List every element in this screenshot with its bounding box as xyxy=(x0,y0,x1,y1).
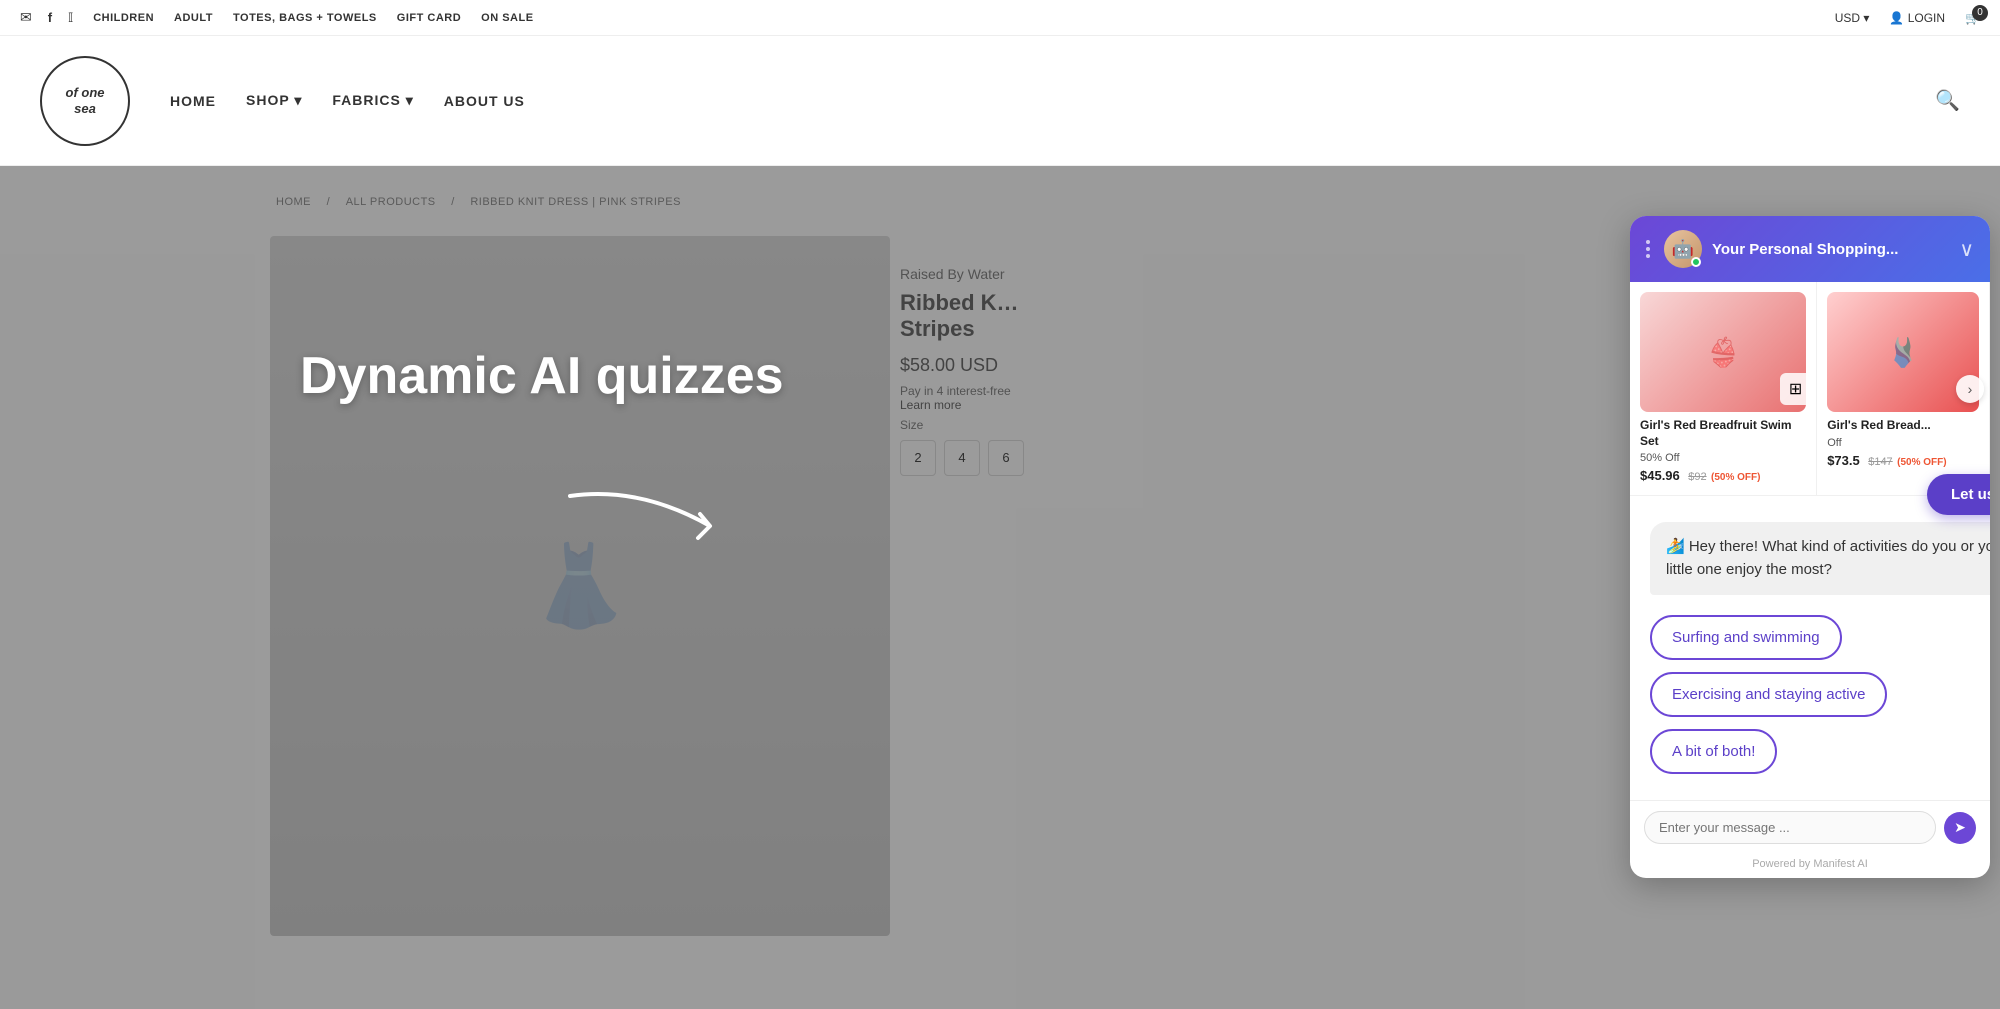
product-2-badge: (50% OFF) xyxy=(1897,457,1946,468)
product-1-price-row: $45.96 $92 (50% OFF) xyxy=(1640,467,1806,485)
currency-selector[interactable]: USD ▾ xyxy=(1835,11,1870,25)
facebook-icon[interactable]: f xyxy=(48,10,52,25)
topbar-children[interactable]: CHILDREN xyxy=(93,12,154,24)
chat-widget: 🤖 Your Personal Shopping... ∨ 👙 Girl's R… xyxy=(1630,216,1990,878)
email-icon[interactable]: ✉ xyxy=(20,9,32,26)
quiz-option-1[interactable]: Surfing and swimming xyxy=(1650,615,1842,660)
product-2-price: $73.5 xyxy=(1827,453,1860,468)
cart-badge: 0 xyxy=(1972,5,1988,21)
chat-send-button[interactable]: ➤ xyxy=(1944,812,1976,844)
grid-icon[interactable]: ⊞ xyxy=(1780,373,1812,405)
product-1-badge: (50% OFF) xyxy=(1711,472,1760,483)
topbar-adult[interactable]: ADULT xyxy=(174,12,213,24)
product-1-price: $45.96 xyxy=(1640,468,1680,483)
nav-about[interactable]: ABOUT US xyxy=(444,93,525,109)
product-2-discount: Off xyxy=(1827,437,1979,449)
topbar-gift[interactable]: GIFT CARD xyxy=(397,12,461,24)
shop-chevron: ▾ xyxy=(294,92,302,108)
product-1-discount: 50% Off xyxy=(1640,452,1806,464)
product-1-original: $92 xyxy=(1688,471,1706,483)
arrow-graphic xyxy=(560,476,780,556)
carousel-next-arrow[interactable]: › xyxy=(1956,375,1984,403)
chat-header: 🤖 Your Personal Shopping... ∨ xyxy=(1630,216,1990,282)
nav-links: HOME SHOP ▾ FABRICS ▾ ABOUT US xyxy=(170,92,525,109)
nav-fabrics[interactable]: FABRICS ▾ xyxy=(332,92,413,109)
social-icons: ✉ f 𝕀 xyxy=(20,9,73,26)
chat-products-carousel: 👙 Girl's Red Breadfruit Swim Set 50% Off… xyxy=(1630,282,1990,496)
chat-title: Your Personal Shopping... xyxy=(1712,241,1949,258)
quiz-question: 🏄 Hey there! What kind of activities do … xyxy=(1650,522,1990,595)
logo[interactable]: of one sea xyxy=(40,56,130,146)
search-icon[interactable]: 🔍 xyxy=(1935,88,1960,113)
user-icon: 👤 xyxy=(1889,11,1907,25)
topbar-right: USD ▾ 👤 LOGIN 🛒 0 xyxy=(1835,11,1980,25)
ai-text: Dynamic AI quizzes xyxy=(300,346,784,406)
main-nav: of one sea HOME SHOP ▾ FABRICS ▾ ABOUT U… xyxy=(0,36,2000,166)
top-bar: ✉ f 𝕀 CHILDREN ADULT TOTES, BAGS + TOWEL… xyxy=(0,0,2000,36)
fabrics-chevron: ▾ xyxy=(406,92,414,108)
instagram-icon[interactable]: 𝕀 xyxy=(68,10,73,26)
logo-text: of one sea xyxy=(66,85,105,116)
product-1-name: Girl's Red Breadfruit Swim Set xyxy=(1640,418,1806,449)
quiz-option-2[interactable]: Exercising and staying active xyxy=(1650,672,1887,717)
product-2-name: Girl's Red Bread... xyxy=(1827,418,1979,434)
chat-avatar-wrap: 🤖 xyxy=(1664,230,1702,268)
chat-input-area: ➤ xyxy=(1630,800,1990,854)
nav-home[interactable]: HOME xyxy=(170,93,216,109)
quiz-panel: Let us play a quiz 🏄 Hey there! What kin… xyxy=(1630,496,1990,800)
powered-by-text: Powered by Manifest AI xyxy=(1630,854,1990,878)
login-link[interactable]: 👤 LOGIN xyxy=(1889,11,1945,25)
chat-minimize-button[interactable]: ∨ xyxy=(1959,237,1974,262)
product-2-price-row: $73.5 $147 (50% OFF) xyxy=(1827,452,1979,470)
nav-shop[interactable]: SHOP ▾ xyxy=(246,92,302,109)
chat-menu-dots[interactable] xyxy=(1646,240,1650,258)
product-2-original: $147 xyxy=(1868,456,1892,468)
topbar-totes[interactable]: TOTES, BAGS + TOWELS xyxy=(233,12,377,24)
topbar-sale[interactable]: ON SALE xyxy=(481,12,533,24)
quiz-option-3[interactable]: A bit of both! xyxy=(1650,729,1777,774)
quiz-options: Surfing and swimming Exercising and stay… xyxy=(1650,615,1990,774)
online-indicator xyxy=(1691,257,1701,267)
play-quiz-button[interactable]: Let us play a quiz xyxy=(1927,474,1990,515)
nav-right: 🔍 xyxy=(1935,88,1960,113)
content-area: HOME / ALL PRODUCTS / RIBBED KNIT DRESS … xyxy=(0,166,2000,1009)
cart-icon[interactable]: 🛒 0 xyxy=(1965,11,1980,25)
chat-message-input[interactable] xyxy=(1644,811,1936,844)
currency-chevron: ▾ xyxy=(1863,11,1869,25)
topbar-nav: CHILDREN ADULT TOTES, BAGS + TOWELS GIFT… xyxy=(93,12,533,24)
